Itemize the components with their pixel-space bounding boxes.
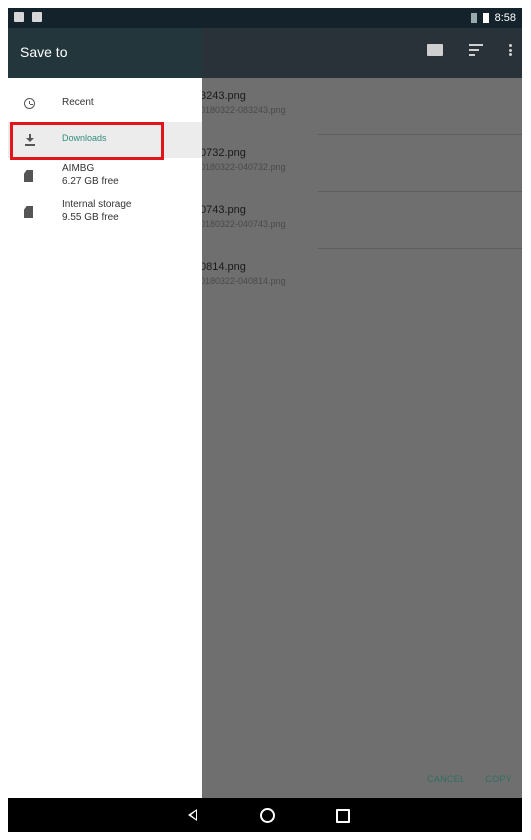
cancel-button[interactable]: CANCEL [427,774,465,784]
file-subtitle: 0180322-040814.png [200,276,286,286]
status-time: 8:58 [494,12,516,24]
drawer-title: Save to [20,44,68,60]
file-subtitle: 0180322-083243.png [200,105,286,115]
drawer-item-label: Recent [62,97,94,108]
new-folder-icon[interactable] [427,44,443,56]
drawer-header: Save to [8,28,202,78]
drawer-item-free-space: 6.27 GB free [62,176,119,187]
drawer-item-aimbg[interactable]: AIMBG 6.27 GB free [8,158,202,194]
more-options-icon[interactable] [509,44,512,56]
sd-card-icon [24,170,33,182]
status-bar: 8:58 [8,8,522,28]
file-subtitle: 0180322-040743.png [200,219,286,229]
recents-icon[interactable] [336,809,350,823]
file-item[interactable]: 0814.png 0180322-040814.png [200,249,522,306]
home-icon[interactable] [260,808,275,823]
sort-icon[interactable] [469,44,483,56]
dialog-actions: CANCEL COPY [427,774,512,784]
back-icon[interactable] [188,809,197,821]
sd-notification-icon [32,12,42,22]
file-item[interactable]: 0743.png 0180322-040743.png [200,192,522,249]
file-name: 0732.png [200,147,246,159]
file-name: 0743.png [200,204,246,216]
device-screen: 8:58 3243.png 0180322-083243.png 0732.pn… [8,8,522,832]
signal-icon [470,13,477,23]
file-item[interactable]: 0732.png 0180322-040732.png [200,135,522,192]
drawer-item-recent[interactable]: Recent [8,86,202,122]
battery-icon [482,13,489,23]
sd-card-icon [24,206,33,218]
file-name: 0814.png [200,261,246,273]
drawer-item-label: AIMBG [62,163,95,174]
file-list: 3243.png 0180322-083243.png 0732.png 018… [200,78,522,306]
downloads-highlight-box [10,122,164,160]
drawer-item-free-space: 9.55 GB free [62,212,119,223]
drawer-item-label: Internal storage [62,199,132,210]
clock-icon [24,98,35,109]
copy-button[interactable]: COPY [485,774,512,784]
file-item[interactable]: 3243.png 0180322-083243.png [200,78,522,135]
notification-icon [14,12,24,22]
file-name: 3243.png [200,90,246,102]
file-subtitle: 0180322-040732.png [200,162,286,172]
drawer-item-internal-storage[interactable]: Internal storage 9.55 GB free [8,194,202,230]
navigation-bar [8,798,522,832]
